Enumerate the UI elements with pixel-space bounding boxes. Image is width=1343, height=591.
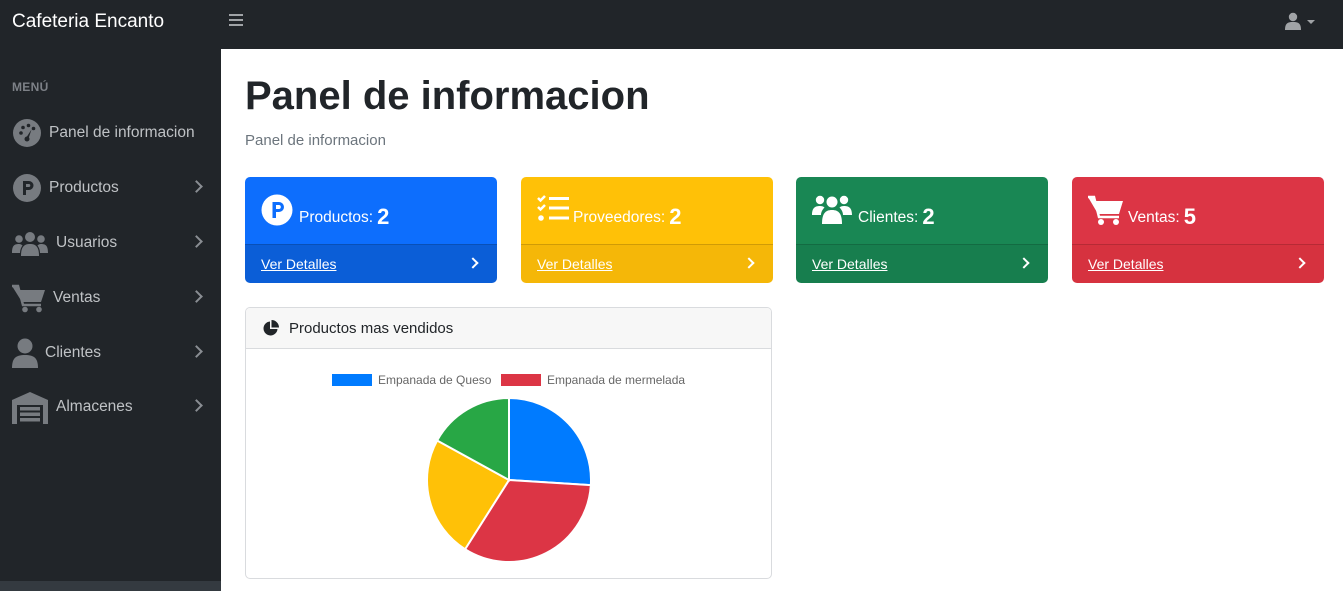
chevron-right-icon xyxy=(190,290,203,303)
card-ventas: Ventas: 5 Ver Detalles xyxy=(1072,177,1324,283)
chart-panel-title: Productos mas vendidos xyxy=(289,320,454,337)
legend-label: Empanada de Queso xyxy=(378,373,492,387)
sidebar-item-productos[interactable]: Productos xyxy=(0,167,221,211)
card-count: 5 xyxy=(1183,204,1196,229)
users-icon xyxy=(812,195,852,224)
ver-detalles-link[interactable]: Ver Detalles xyxy=(537,256,612,272)
shopping-cart-icon xyxy=(1088,195,1123,225)
card-label: Ventas: 5 xyxy=(1128,204,1196,229)
sidebar: MENÚ Panel de informacion Productos Usua… xyxy=(0,49,221,591)
chevron-right-icon xyxy=(190,399,203,412)
sidebar-item-label: Panel de informacion xyxy=(49,124,195,141)
legend-label: Empanada de mermelada xyxy=(547,373,686,387)
sidebar-item-label: Clientes xyxy=(45,344,101,361)
chart-panel: Productos mas vendidos Empanada de Queso… xyxy=(245,307,772,579)
warehouse-icon xyxy=(12,392,48,424)
sidebar-item-label: Productos xyxy=(49,179,119,196)
chevron-down-icon xyxy=(1307,20,1315,24)
sidebar-toggle-icon[interactable] xyxy=(229,14,243,28)
sidebar-item-label: Almacenes xyxy=(56,398,133,415)
sidebar-item-label: Usuarios xyxy=(56,234,118,251)
users-icon xyxy=(12,232,48,256)
user-icon xyxy=(12,338,38,368)
card-clientes: Clientes: 2 Ver Detalles xyxy=(796,177,1048,283)
sidebar-item-panel[interactable]: Panel de informacion xyxy=(0,112,221,156)
card-proveedores: Proveedores: 2 Ver Detalles xyxy=(521,177,773,283)
brand-title[interactable]: Cafeteria Encanto xyxy=(12,11,164,33)
chevron-right-icon xyxy=(190,180,203,193)
card-label: Proveedores: 2 xyxy=(573,204,682,229)
card-count: 2 xyxy=(669,204,682,229)
card-label: Clientes: 2 xyxy=(858,204,935,229)
pie-slice[interactable] xyxy=(508,397,592,487)
tasks-list-icon xyxy=(537,195,569,221)
card-footer: Ver Detalles xyxy=(1072,244,1324,283)
card-body: Proveedores: 2 xyxy=(521,177,773,244)
sidebar-item-usuarios[interactable]: Usuarios xyxy=(0,222,221,266)
user-icon xyxy=(1285,12,1301,30)
breadcrumb: Panel de informacion xyxy=(245,132,386,149)
legend-swatch xyxy=(501,374,541,386)
card-body: Productos: 2 xyxy=(245,177,497,244)
card-label: Productos: 2 xyxy=(299,204,390,229)
card-count: 2 xyxy=(922,204,935,229)
chart-pie-icon xyxy=(263,320,279,336)
card-footer: Ver Detalles xyxy=(796,244,1048,283)
page-title: Panel de informacion xyxy=(245,74,650,118)
ver-detalles-link[interactable]: Ver Detalles xyxy=(1088,256,1163,272)
user-dropdown[interactable] xyxy=(1285,12,1315,32)
card-count: 2 xyxy=(377,204,390,229)
sidebar-footer xyxy=(0,581,221,591)
shopping-cart-icon xyxy=(12,284,45,313)
chart-panel-header: Productos mas vendidos xyxy=(246,308,771,349)
ver-detalles-link[interactable]: Ver Detalles xyxy=(261,256,336,272)
sidebar-item-label: Ventas xyxy=(53,289,101,306)
sidebar-item-almacenes[interactable]: Almacenes xyxy=(0,386,221,430)
top-navbar: Cafeteria Encanto xyxy=(0,0,1343,49)
card-footer: Ver Detalles xyxy=(521,244,773,283)
legend-swatch xyxy=(332,374,372,386)
sidebar-item-clientes[interactable]: Clientes xyxy=(0,332,221,376)
parking-circle-icon xyxy=(261,194,293,226)
card-body: Ventas: 5 xyxy=(1072,177,1324,244)
pie-chart xyxy=(426,397,592,563)
sidebar-item-ventas[interactable]: Ventas xyxy=(0,277,221,321)
card-body: Clientes: 2 xyxy=(796,177,1048,244)
card-productos: Productos: 2 Ver Detalles xyxy=(245,177,497,283)
chevron-right-icon[interactable] xyxy=(1018,257,1030,269)
parking-circle-icon xyxy=(13,174,41,202)
tachometer-icon xyxy=(13,119,41,147)
chevron-right-icon[interactable] xyxy=(1294,257,1306,269)
sidebar-heading: MENÚ xyxy=(12,80,49,94)
chevron-right-icon[interactable] xyxy=(467,257,479,269)
card-footer: Ver Detalles xyxy=(245,244,497,283)
chart-legend: Empanada de Queso Empanada de mermelada xyxy=(246,371,771,387)
chevron-right-icon xyxy=(190,345,203,358)
chevron-right-icon[interactable] xyxy=(743,257,755,269)
chevron-right-icon xyxy=(190,235,203,248)
ver-detalles-link[interactable]: Ver Detalles xyxy=(812,256,887,272)
